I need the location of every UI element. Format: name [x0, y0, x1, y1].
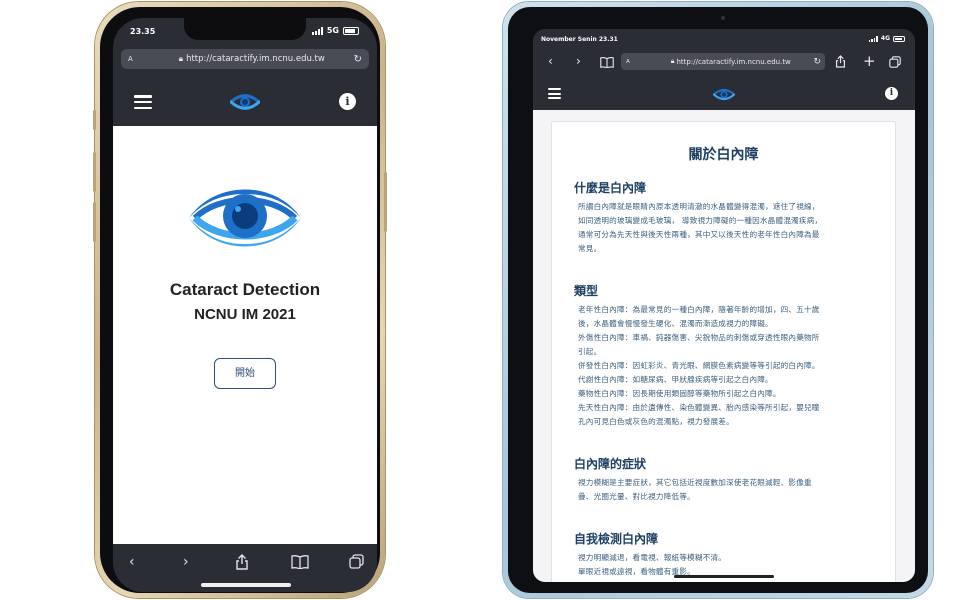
chevron-left-icon[interactable]: ‹ [129, 554, 135, 570]
phone-volume-down [93, 202, 96, 242]
tablet-camera [721, 16, 725, 20]
share-icon[interactable] [835, 55, 846, 68]
section-line: 藥物性白內障：因長期使用類固醇等藥物所引起之白內障。 [578, 389, 781, 398]
phone-notch [184, 18, 306, 40]
phone-browser-toolbar: ‹ › [113, 544, 377, 592]
chevron-right-icon[interactable]: › [576, 54, 581, 68]
phone-mute-switch [93, 110, 96, 130]
section-line: 所謂白內障就是眼睛內原本透明清澈的水晶體變得混濁，遮住了視線， [578, 202, 820, 211]
section-line: 視力明顯減退，看電視、報紙等模糊不清。 [578, 553, 727, 562]
home-indicator[interactable] [674, 575, 774, 578]
tablet-bezel: November Senin 23.31 4G ‹ › + A 🔒︎ http:… [508, 7, 928, 593]
lock-icon: 🔒︎ [178, 54, 184, 63]
phone-screen: 23.35 5G A 🔒︎ http://cataractify.im.ncnu… [113, 18, 377, 592]
bookmarks-icon[interactable] [600, 57, 614, 68]
phone-app-header: i [113, 76, 377, 126]
logo-eye-icon [230, 94, 260, 110]
tablet-screen: November Senin 23.31 4G ‹ › + A 🔒︎ http:… [533, 29, 915, 582]
section-line: 併發性白內障：因虹彩炎、青光眼、網膜色素病變等等引起的白內障。 [578, 361, 820, 370]
phone-frame: 23.35 5G A 🔒︎ http://cataractify.im.ncnu… [93, 2, 387, 598]
tabs-icon[interactable] [349, 554, 364, 569]
battery-icon [343, 26, 359, 35]
info-button[interactable]: i [339, 93, 356, 110]
section-heading: 自我檢測白內障 [574, 532, 659, 546]
info-button[interactable]: i [885, 87, 898, 100]
phone-power-button [384, 172, 387, 232]
section-line: 引起。 [578, 347, 602, 356]
tablet-main-content: 關於白內障 什麼是白內障 所謂白內障就是眼睛內原本透明清澈的水晶體變得混濁，遮住… [533, 110, 915, 582]
tablet-network-label: 4G [880, 35, 890, 42]
section-line: 通常可分為先天性與後天性兩種，其中又以後天性的老年性白內障為最 [578, 230, 820, 239]
tablet-app-header: i [533, 77, 915, 110]
section-line: 疊、光圈光暈、對比視力降低等。 [578, 492, 695, 501]
reader-aa-button[interactable]: A [626, 59, 630, 65]
cellular-signal-icon [868, 35, 878, 42]
chevron-right-icon[interactable]: › [183, 554, 189, 570]
battery-icon [893, 35, 905, 42]
section-line: 老年性白內障：為最常見的一種白內障，隨著年齡的增加，四、五十歲 [578, 305, 820, 314]
section-line: 孔內可見白色或灰色的混濁點，視力發展差。 [578, 417, 734, 426]
phone-main-content: Cataract Detection NCNU IM 2021 開始 [113, 126, 377, 544]
share-icon[interactable] [235, 554, 249, 570]
section-heading: 白內障的症狀 [574, 457, 647, 471]
section-line: 先天性白內障：由於遺傳性、染色體變異、胎內感染等所引起，嬰兒瞳 [578, 403, 820, 412]
about-cataract-card: 關於白內障 什麼是白內障 所謂白內障就是眼睛內原本透明清澈的水晶體變得混濁，遮住… [551, 121, 896, 582]
tabs-icon[interactable] [889, 56, 901, 68]
reload-icon[interactable]: ↻ [354, 54, 362, 65]
section-heading: 類型 [574, 284, 599, 298]
phone-url-text: http://cataractify.im.ncnu.edu.tw [186, 54, 325, 64]
start-button[interactable]: 開始 [214, 358, 276, 389]
page-title: 關於白內障 [688, 147, 759, 163]
section-line: 常見。 [578, 244, 602, 253]
section-line: 如同透明的玻璃變成毛玻璃， 導致視力障礙的一種因水晶體混濁疾病， [578, 216, 823, 225]
section-body: 老年性白內障：為最常見的一種白內障，隨著年齡的增加，四、五十歲 後，水晶體會慢慢… [578, 303, 880, 429]
app-subtitle: NCNU IM 2021 [194, 306, 296, 323]
section-heading: 什麼是白內障 [574, 181, 647, 195]
cellular-signal-icon [311, 26, 323, 35]
hamburger-menu-icon[interactable] [548, 88, 561, 99]
section-line: 外傷性白內障：車禍、鈍器傷害、尖銳物品的刺傷或穿透性眼內藥物所 [578, 333, 820, 342]
phone-network-label: 5G [326, 26, 339, 35]
section-line: 後，水晶體會慢慢發生硬化、混濁而漸造成視力的障礙。 [578, 319, 773, 328]
reload-icon[interactable]: ↻ [813, 57, 821, 67]
tablet-status-time: November Senin 23.31 [541, 36, 618, 43]
section-body: 視力模糊是主要症狀，其它包括近視度數加深使老花眼減輕、影像重 疊、光圈光暈、對比… [578, 476, 880, 504]
cataract-eye-logo-icon [189, 189, 301, 247]
phone-address-bar[interactable]: A 🔒︎ http://cataractify.im.ncnu.edu.tw ↻ [121, 49, 369, 69]
tablet-status-bar: November Senin 23.31 4G [533, 29, 915, 47]
hamburger-menu-icon[interactable] [134, 95, 152, 109]
home-indicator[interactable] [201, 583, 291, 587]
bookmarks-icon[interactable] [291, 555, 309, 569]
chevron-left-icon[interactable]: ‹ [548, 54, 553, 68]
logo-eye-icon [713, 88, 735, 101]
phone-status-time: 23.35 [130, 27, 156, 36]
section-line: 代謝性白內障：如糖尿病、甲狀腺疾病等引起之白內障。 [578, 375, 773, 384]
reader-aa-button[interactable]: A [128, 55, 133, 63]
section-body: 所謂白內障就是眼睛內原本透明清澈的水晶體變得混濁，遮住了視線， 如同透明的玻璃變… [578, 200, 880, 256]
tablet-url-text: http://cataractify.im.ncnu.edu.tw [676, 57, 791, 66]
phone-bezel: 23.35 5G A 🔒︎ http://cataractify.im.ncnu… [100, 7, 380, 593]
lock-icon: 🔒︎ [670, 57, 675, 65]
app-title: Cataract Detection [169, 280, 321, 299]
tablet-address-bar[interactable]: A 🔒︎ http://cataractify.im.ncnu.edu.tw ↻ [621, 53, 825, 70]
tablet-frame: November Senin 23.31 4G ‹ › + A 🔒︎ http:… [503, 2, 933, 598]
section-line: 視力模糊是主要症狀，其它包括近視度數加深使老花眼減輕、影像重 [578, 478, 812, 487]
new-tab-icon[interactable]: + [863, 52, 876, 70]
phone-volume-up [93, 152, 96, 192]
